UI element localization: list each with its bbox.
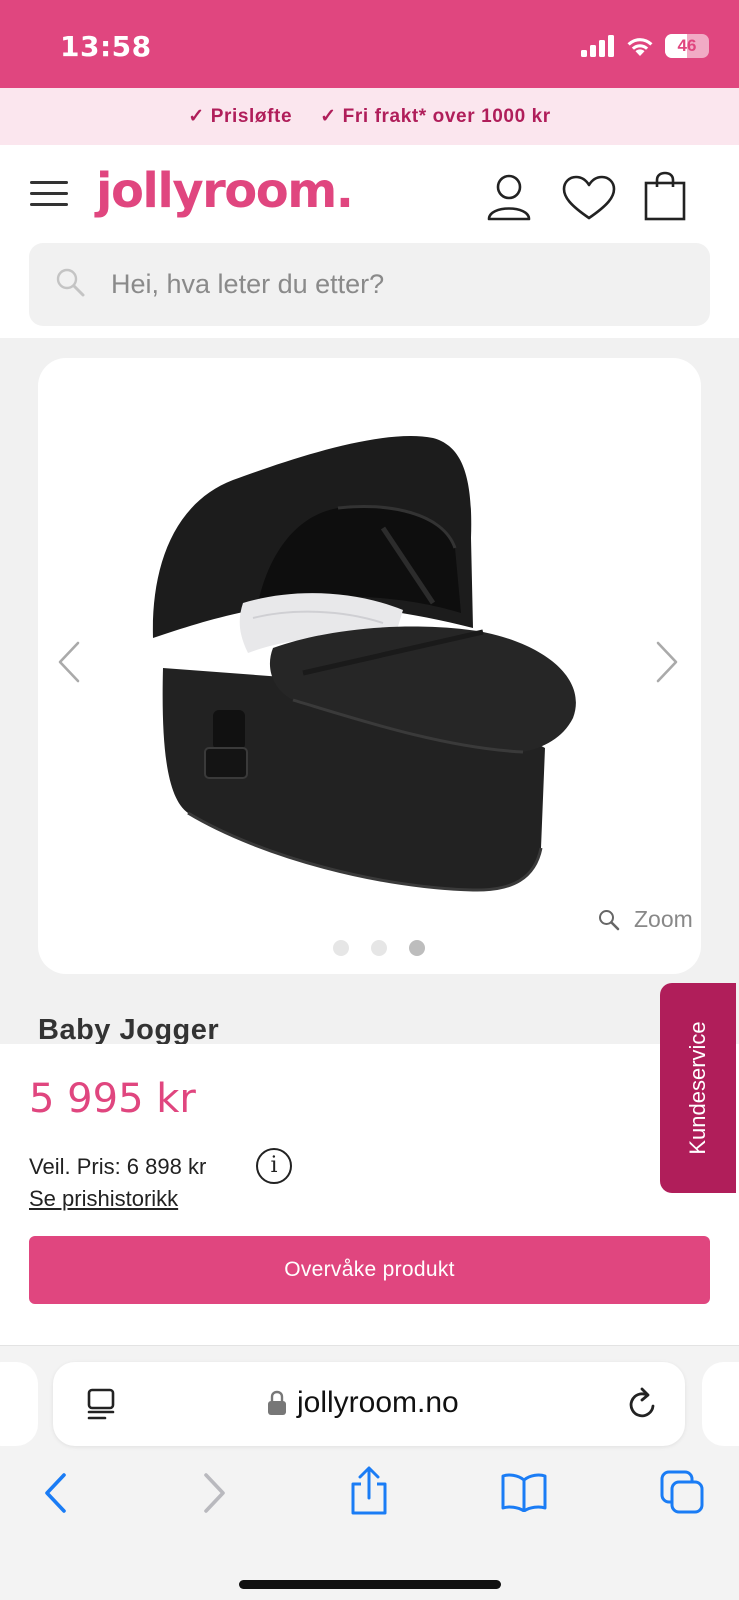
back-arrow-icon[interactable] [42,1472,70,1514]
reader-mode-icon[interactable] [87,1388,117,1420]
menu-icon[interactable] [30,181,68,209]
share-icon[interactable] [348,1466,390,1516]
status-bar: 13:58 46 [0,0,739,88]
watch-product-button[interactable]: Overvåke produkt [29,1236,710,1304]
promo-bar: ✓ Prisløfte ✓ Fri frakt* over 1000 kr [0,88,739,145]
browser-toolbar: jollyroom.no [0,1346,739,1600]
gallery-dot-1[interactable] [333,940,349,956]
search-placeholder: Hei, hva leter du etter? [111,269,385,299]
wifi-icon [627,38,653,56]
shopping-bag-icon[interactable] [644,171,686,221]
url-text: jollyroom.no [297,1386,459,1419]
customer-service-label: Kundeservice [685,1021,710,1155]
next-tab-preview[interactable] [702,1362,739,1446]
promo-item-price-promise: ✓ Prisløfte [188,105,292,128]
gallery-pagination [333,940,425,956]
zoom-button[interactable]: Zoom [598,906,693,933]
battery-icon: 46 [665,34,709,58]
forward-arrow-icon[interactable] [200,1472,228,1514]
next-image-arrow-icon[interactable] [654,640,680,684]
previous-tab-preview[interactable] [0,1362,38,1446]
address-bar[interactable]: jollyroom.no [53,1362,685,1446]
info-icon[interactable]: i [256,1148,292,1184]
product-image-gallery[interactable]: Zoom [38,358,701,974]
bookmarks-book-icon[interactable] [500,1472,548,1512]
search-icon [56,268,85,297]
account-icon[interactable] [486,173,532,221]
zoom-label: Zoom [634,906,693,932]
gallery-dot-2[interactable] [371,940,387,956]
previous-image-arrow-icon[interactable] [56,640,82,684]
promo-label: Fri frakt* over 1000 kr [342,105,551,127]
price-history-link[interactable]: Se prishistorikk [29,1186,178,1212]
cellular-signal-icon [581,35,614,57]
lock-icon [268,1390,286,1415]
zoom-magnifier-icon [599,909,620,930]
checkmark-icon: ✓ [188,106,205,127]
checkmark-icon: ✓ [320,106,337,127]
battery-level: 46 [677,36,697,55]
recommended-price: Veil. Pris: 6 898 kr [29,1154,207,1179]
tabs-overview-icon[interactable] [660,1470,704,1514]
wishlist-heart-icon[interactable] [562,175,616,221]
product-price: 5 995 kr [29,1076,196,1122]
search-input[interactable]: Hei, hva leter du etter? [29,243,710,326]
customer-service-tab[interactable]: Kundeservice [660,983,736,1193]
site-header: jollyroom. Hei, hva leter du etter? [0,145,739,338]
site-logo[interactable]: jollyroom. [96,163,354,219]
promo-item-free-shipping: ✓ Fri frakt* over 1000 kr [320,105,551,128]
gallery-dot-3-active[interactable] [409,940,425,956]
status-time: 13:58 [60,30,152,63]
home-indicator[interactable] [239,1580,501,1589]
product-brand: Baby Jogger [38,1014,220,1046]
promo-label: Prisløfte [210,105,293,127]
reload-icon[interactable] [627,1386,659,1420]
status-icons: 46 [581,34,709,58]
product-image-carrycot [152,436,576,892]
price-panel: 5 995 kr Veil. Pris: 6 898 kr i Se prish… [0,1044,739,1346]
